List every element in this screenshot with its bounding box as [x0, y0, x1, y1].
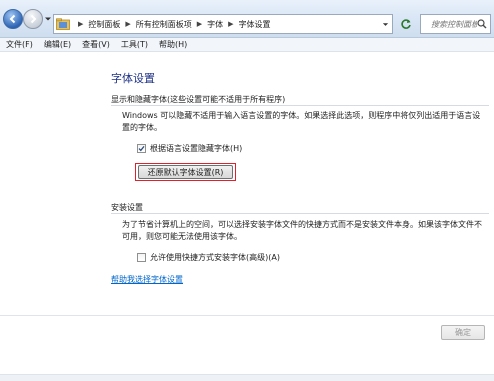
section-divider	[111, 105, 489, 106]
status-strip	[0, 374, 494, 381]
breadcrumb-all-items[interactable]: 所有控制面板项	[136, 19, 192, 30]
recent-pages-dropdown-icon[interactable]	[44, 15, 52, 23]
content-pane: 字体设置 显示和隐藏字体(这些设置可能不适用于所有程序) Windows 可以隐…	[0, 53, 494, 381]
footer-divider	[0, 315, 494, 316]
checkmark-icon	[138, 145, 145, 152]
breadcrumb-font-settings[interactable]: 字体设置	[239, 19, 271, 30]
menu-help[interactable]: 帮助(H)	[159, 39, 187, 50]
section-install-description: 为了节省计算机上的空间，可以选择安装字体文件的快捷方式而不是安装文件本身。如果该…	[122, 220, 482, 241]
refresh-icon	[401, 19, 411, 29]
section-install-header: 安装设置	[111, 203, 143, 212]
back-button[interactable]	[3, 9, 23, 29]
breadcrumb[interactable]: ▶ 控制面板 ▶ 所有控制面板项 ▶ 字体 ▶ 字体设置	[53, 14, 393, 34]
address-dropdown-icon[interactable]	[382, 21, 389, 28]
menu-tools[interactable]: 工具(T)	[121, 39, 148, 50]
menu-file[interactable]: 文件(F)	[6, 39, 33, 50]
section-divider	[111, 213, 489, 214]
arrow-right-icon	[30, 14, 37, 24]
menu-view[interactable]: 查看(V)	[82, 39, 110, 50]
control-panel-folder-icon	[56, 18, 70, 30]
address-bar: ▶ 控制面板 ▶ 所有控制面板项 ▶ 字体 ▶ 字体设置	[0, 0, 494, 38]
breadcrumb-control-panel[interactable]: 控制面板	[88, 19, 120, 30]
breadcrumb-separator-icon: ▶	[196, 20, 203, 28]
forward-button[interactable]	[23, 9, 43, 29]
menu-edit[interactable]: 编辑(E)	[44, 39, 71, 50]
section-show-hide-header: 显示和隐藏字体(这些设置可能不适用于所有程序)	[111, 95, 286, 104]
breadcrumb-separator-icon: ▶	[78, 20, 84, 28]
section-show-hide-description: Windows 可以隐藏不适用于输入语言设置的字体。如果选择此选项，则程序中将仅…	[122, 111, 481, 132]
help-link[interactable]: 帮助我选择字体设置	[111, 274, 183, 285]
breadcrumb-fonts[interactable]: 字体	[207, 19, 223, 30]
refresh-button[interactable]	[397, 15, 415, 33]
shortcut-install-checkbox[interactable]	[137, 253, 146, 262]
breadcrumb-separator-icon: ▶	[228, 20, 234, 28]
hide-fonts-label[interactable]: 根据语言设置隐藏字体(H)	[150, 143, 242, 154]
menu-bar: 文件(F) 编辑(E) 查看(V) 工具(T) 帮助(H)	[0, 38, 494, 52]
ok-button[interactable]: 确定	[441, 325, 485, 340]
shortcut-install-checkbox-row[interactable]: 允许使用快捷方式安装字体(高级)(A)	[137, 252, 280, 263]
search-icon[interactable]	[477, 19, 487, 29]
hide-fonts-checkbox[interactable]	[137, 144, 146, 153]
page-title: 字体设置	[111, 72, 155, 85]
hide-fonts-checkbox-row[interactable]: 根据语言设置隐藏字体(H)	[137, 143, 242, 154]
shortcut-install-label[interactable]: 允许使用快捷方式安装字体(高级)(A)	[150, 252, 280, 263]
arrow-left-icon	[9, 14, 16, 24]
search-box[interactable]	[420, 14, 491, 34]
breadcrumb-separator-icon: ▶	[125, 20, 131, 28]
restore-default-settings-button[interactable]: 还原默认字体设置(R)	[138, 165, 233, 179]
search-input[interactable]	[431, 19, 477, 29]
